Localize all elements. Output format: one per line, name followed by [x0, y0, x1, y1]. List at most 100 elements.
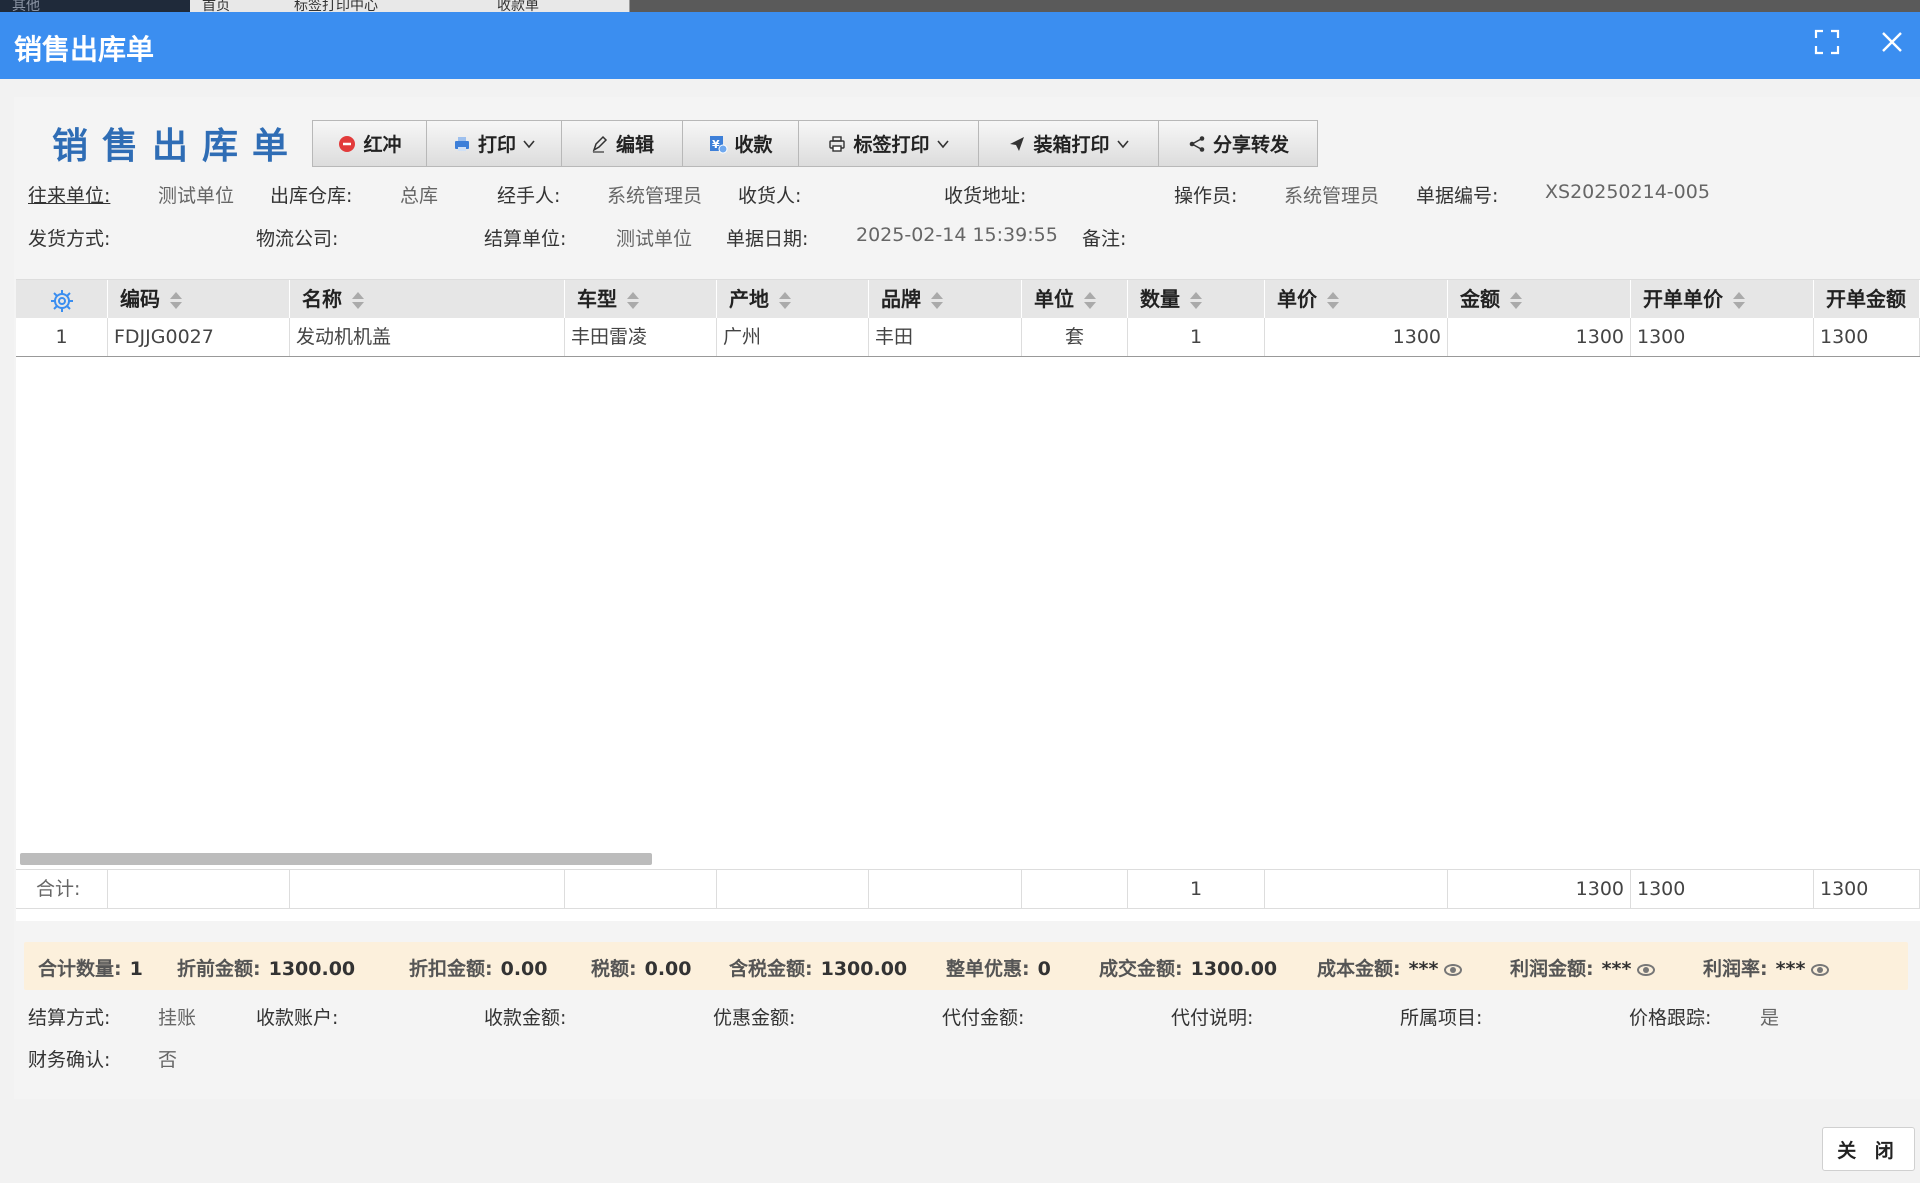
summary-qty: 1: [1128, 870, 1265, 908]
sort-icon[interactable]: [1510, 291, 1522, 311]
column-header-label: 品牌: [881, 287, 921, 311]
printer-outline-icon: [829, 135, 846, 152]
column-header-brand[interactable]: 品牌: [869, 280, 1022, 318]
dialog-title: 销售出库单: [14, 33, 155, 66]
operator-label: 操作员:: [1174, 185, 1238, 207]
cell-name: 发动机机盖: [290, 318, 565, 356]
cell-qty: 1: [1128, 318, 1265, 356]
settle-unit-label: 结算单位:: [484, 228, 567, 250]
cell-unit: 套: [1022, 318, 1128, 356]
share-icon: [1189, 135, 1205, 152]
background-tab[interactable]: 首页: [190, 0, 285, 12]
total-tax-incl-value: 1300.00: [820, 958, 908, 980]
logistics-label: 物流公司:: [256, 228, 339, 250]
column-header-amount[interactable]: 金额: [1448, 280, 1631, 318]
printer-icon: [454, 136, 469, 151]
total-tax-label: 税额:: [591, 958, 637, 980]
background-tab[interactable]: 收款单: [485, 0, 630, 12]
column-header-label: 开单单价: [1643, 287, 1723, 311]
column-settings[interactable]: [16, 280, 108, 318]
ship-method-label: 发货方式:: [28, 228, 111, 250]
project-label: 所属项目:: [1400, 1007, 1483, 1029]
total-discount-value: 0.00: [500, 958, 548, 980]
label-print-button[interactable]: 标签打印: [798, 120, 979, 167]
column-header-unit[interactable]: 单位: [1022, 280, 1128, 318]
docno-value: XS20250214-005: [1545, 181, 1710, 203]
remark-label: 备注:: [1082, 228, 1127, 250]
total-deal-value: 1300.00: [1190, 958, 1278, 980]
background-tab[interactable]: 其他: [0, 0, 204, 12]
eye-icon[interactable]: [1444, 963, 1463, 976]
cell-origin: 广州: [717, 318, 869, 356]
dialog-footer: 关 闭: [0, 1114, 1920, 1183]
box-print-label: 装箱打印: [1033, 134, 1110, 156]
column-header-qty[interactable]: 数量: [1128, 280, 1265, 318]
box-print-button[interactable]: 装箱打印: [978, 120, 1159, 167]
address-label: 收货地址:: [944, 185, 1027, 207]
column-header-bill-price[interactable]: 开单单价: [1631, 280, 1814, 318]
total-qty: 合计数量: 1: [38, 954, 143, 981]
total-deal-label: 成交金额:: [1099, 958, 1183, 980]
form-title: 销售出库单: [52, 126, 303, 167]
table-row[interactable]: 1 FDJJG0027 发动机机盖 丰田雷凌 广州 丰田 套 1 1300 13…: [16, 318, 1920, 357]
total-qty-label: 合计数量:: [38, 958, 122, 980]
sort-icon[interactable]: [1327, 291, 1339, 311]
total-profit-label: 利润金额:: [1510, 958, 1594, 980]
sort-icon[interactable]: [627, 291, 639, 311]
summary-cell: [565, 870, 717, 908]
eye-icon[interactable]: [1637, 963, 1656, 976]
agent-pay-label: 代付金额:: [942, 1007, 1025, 1029]
share-label: 分享转发: [1212, 134, 1289, 156]
cell-code: FDJJG0027: [108, 318, 290, 356]
sort-icon[interactable]: [1084, 291, 1096, 311]
partner-label[interactable]: 往来单位:: [28, 181, 110, 208]
print-label: 打印: [477, 134, 516, 156]
handler-label: 经手人:: [497, 185, 561, 207]
column-header-code[interactable]: 编码: [108, 280, 290, 318]
total-tax-incl-label: 含税金额:: [729, 958, 813, 980]
sort-icon[interactable]: [779, 291, 791, 311]
close-button[interactable]: 关 闭: [1822, 1127, 1915, 1171]
background-tab[interactable]: 标签打印中心: [282, 0, 487, 12]
toolbar: 红冲 打印 编辑 ¥ 收款 标签打印 装箱打印 分享转发: [312, 120, 1318, 169]
column-header-label: 产地: [729, 287, 769, 311]
red-reverse-button[interactable]: 红冲: [312, 120, 427, 167]
sort-icon[interactable]: [352, 291, 364, 311]
cell-amount: 1300: [1448, 318, 1631, 356]
receive-payment-label: 收款: [734, 134, 773, 156]
column-header-label: 开单金额: [1826, 287, 1906, 311]
share-button[interactable]: 分享转发: [1158, 120, 1318, 167]
receive-payment-button[interactable]: ¥ 收款: [682, 120, 799, 167]
total-tax-incl: 含税金额: 1300.00: [729, 954, 907, 981]
edit-button[interactable]: 编辑: [561, 120, 683, 167]
sort-icon[interactable]: [1733, 291, 1745, 311]
summary-cell: [717, 870, 869, 908]
date-label: 单据日期:: [726, 228, 809, 250]
print-button[interactable]: 打印: [426, 120, 562, 167]
column-header-name[interactable]: 名称: [290, 280, 565, 318]
price-track-label: 价格跟踪:: [1629, 1007, 1712, 1029]
column-header-price[interactable]: 单价: [1265, 280, 1448, 318]
gear-icon[interactable]: [49, 288, 75, 314]
cell-model: 丰田雷凌: [565, 318, 717, 356]
received-label: 收款金额:: [484, 1007, 567, 1029]
docno-label: 单据编号:: [1416, 185, 1499, 207]
close-icon[interactable]: [1878, 28, 1906, 56]
column-header-origin[interactable]: 产地: [717, 280, 869, 318]
settle-unit-value: 测试单位: [616, 228, 693, 250]
sort-icon[interactable]: [170, 291, 182, 311]
sort-icon[interactable]: [1190, 291, 1202, 311]
summary-amount: 1300: [1448, 870, 1631, 908]
summary-bill-amount: 1300: [1814, 870, 1920, 908]
column-header-bill-amount[interactable]: 开单金额: [1814, 280, 1920, 318]
sort-icon[interactable]: [931, 291, 943, 311]
column-header-label: 数量: [1140, 287, 1180, 311]
settle-method-value: 挂账: [158, 1007, 197, 1029]
eye-icon[interactable]: [1811, 963, 1830, 976]
horizontal-scrollbar[interactable]: [20, 853, 652, 865]
maximize-icon[interactable]: [1813, 28, 1841, 56]
red-reverse-label: 红冲: [363, 134, 402, 156]
column-header-label: 车型: [577, 287, 617, 311]
column-header-model[interactable]: 车型: [565, 280, 717, 318]
background-tab-label: 收款单: [497, 0, 539, 12]
